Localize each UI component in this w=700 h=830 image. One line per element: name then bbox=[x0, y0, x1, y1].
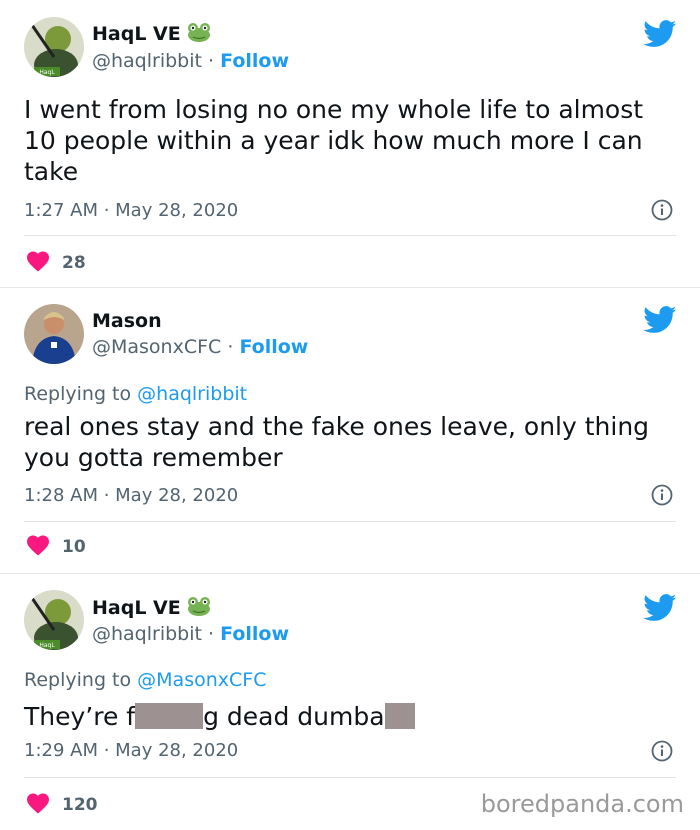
frog-emoji-icon bbox=[187, 22, 211, 46]
like-count: 120 bbox=[62, 795, 98, 815]
like-row: 120 bbox=[26, 792, 98, 818]
avatar[interactable]: HaqL bbox=[24, 17, 84, 77]
follow-button[interactable]: Follow bbox=[220, 623, 289, 645]
twitter-bird-icon[interactable] bbox=[643, 20, 677, 48]
reply-handle-link[interactable]: @haqlribbit bbox=[137, 383, 247, 405]
display-name[interactable]: HaqL VE bbox=[92, 597, 181, 619]
separator-dot: · bbox=[208, 623, 215, 645]
handle[interactable]: @haqlribbit bbox=[92, 623, 202, 645]
timestamp[interactable]: 1:27 AM · May 28, 2020 bbox=[24, 200, 238, 221]
heart-icon[interactable] bbox=[26, 534, 50, 560]
frog-emoji-icon bbox=[187, 596, 211, 620]
handle-row: @haqlribbit · Follow bbox=[92, 623, 289, 645]
watermark: boredpanda.com bbox=[480, 790, 684, 818]
separator-dot: · bbox=[227, 336, 234, 358]
tweet-1: HaqL HaqL VE @haqlribbit · Follow I went… bbox=[0, 0, 700, 287]
tweet-text-part-1: They’re f bbox=[24, 702, 136, 731]
follow-button[interactable]: Follow bbox=[220, 50, 289, 72]
handle-row: @MasonxCFC · Follow bbox=[92, 336, 308, 358]
replying-to: Replying to @haqlribbit bbox=[24, 383, 247, 405]
tweet-text: I went from losing no one my whole life … bbox=[24, 95, 644, 186]
tweet-text: real ones stay and the fake ones leave, … bbox=[24, 412, 650, 472]
handle[interactable]: @MasonxCFC bbox=[92, 336, 221, 358]
replying-to-label: Replying to bbox=[24, 669, 138, 691]
avatar[interactable] bbox=[24, 304, 84, 364]
reply-handle-link[interactable]: @MasonxCFC bbox=[137, 669, 266, 691]
author-row: HaqL VE bbox=[92, 596, 211, 620]
divider bbox=[24, 777, 676, 778]
twitter-bird-icon[interactable] bbox=[643, 594, 677, 622]
timestamp[interactable]: 1:28 AM · May 28, 2020 bbox=[24, 485, 238, 506]
heart-icon[interactable] bbox=[26, 250, 50, 276]
author-row: HaqL VE bbox=[92, 22, 211, 46]
tweet-2: Mason @MasonxCFC · Follow Replying to @h… bbox=[0, 288, 700, 573]
svg-text:HaqL: HaqL bbox=[39, 642, 55, 649]
divider bbox=[24, 235, 676, 236]
info-icon[interactable] bbox=[651, 199, 673, 221]
handle[interactable]: @haqlribbit bbox=[92, 50, 202, 72]
like-row: 28 bbox=[26, 250, 86, 276]
display-name[interactable]: HaqL VE bbox=[92, 23, 181, 45]
avatar[interactable]: HaqL bbox=[24, 590, 84, 650]
follow-button[interactable]: Follow bbox=[239, 336, 308, 358]
info-icon[interactable] bbox=[651, 484, 673, 506]
separator-dot: · bbox=[208, 50, 215, 72]
replying-to-label: Replying to bbox=[24, 383, 138, 405]
divider bbox=[24, 521, 676, 522]
like-count: 10 bbox=[62, 537, 86, 557]
redaction-block bbox=[384, 703, 415, 729]
like-count: 28 bbox=[62, 253, 86, 273]
author-row: Mason bbox=[92, 310, 162, 332]
twitter-bird-icon[interactable] bbox=[643, 306, 677, 334]
handle-row: @haqlribbit · Follow bbox=[92, 50, 289, 72]
heart-icon[interactable] bbox=[26, 792, 50, 818]
like-row: 10 bbox=[26, 534, 86, 560]
redaction-block bbox=[135, 703, 204, 729]
tweet-text-part-2: g dead dumba bbox=[203, 702, 385, 731]
tweet-text: They’re f g dead dumba bbox=[24, 701, 674, 732]
info-icon[interactable] bbox=[651, 740, 673, 762]
timestamp[interactable]: 1:29 AM · May 28, 2020 bbox=[24, 740, 238, 761]
display-name[interactable]: Mason bbox=[92, 310, 162, 332]
replying-to: Replying to @MasonxCFC bbox=[24, 669, 266, 691]
svg-text:HaqL: HaqL bbox=[39, 69, 55, 76]
